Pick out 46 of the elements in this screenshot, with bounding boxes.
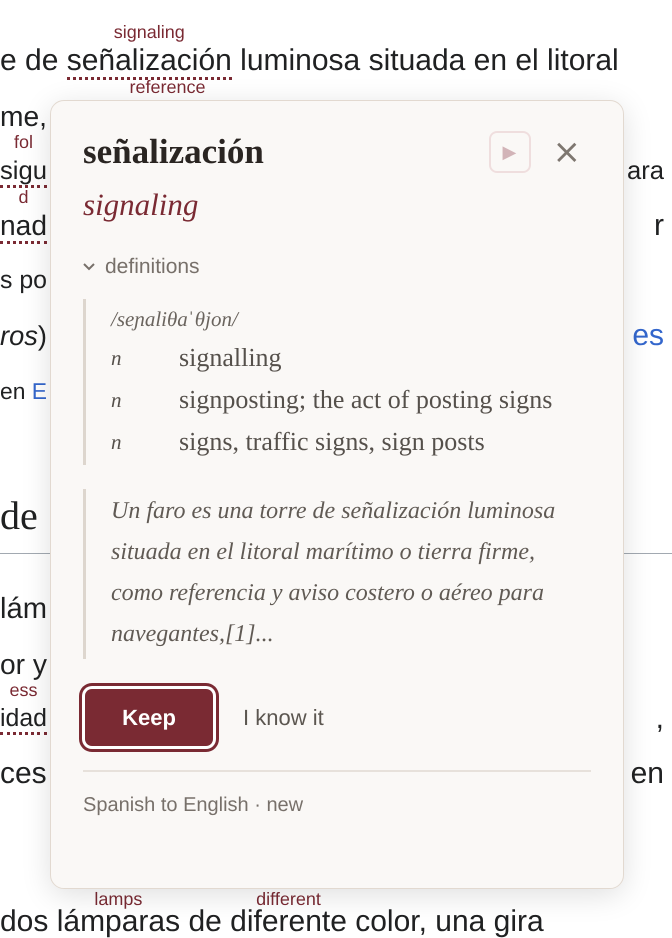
marked-word[interactable]: sigu xyxy=(0,157,47,188)
excerpt-text: Un faro es una torre de señalización luminosa situada en el litoral marítimo o tierra firme, como referencia y aviso costero o aéreo para navegantes,[1]... xyxy=(83,489,581,659)
sense-text: signalling xyxy=(179,342,283,374)
part-of-speech: n xyxy=(111,345,122,372)
section-heading: de xyxy=(0,493,38,538)
article-text: e de xyxy=(0,44,60,77)
marked-word[interactable]: idad xyxy=(0,705,47,735)
part-of-speech: n xyxy=(111,429,122,456)
definitions-toggle[interactable]: definitions xyxy=(83,255,200,279)
article-text: lám xyxy=(0,593,47,625)
sense-text: signposting; the act of posting signs xyxy=(179,384,554,416)
translation: signaling xyxy=(83,186,200,224)
article-text: , xyxy=(656,702,664,735)
marked-word[interactable]: señalización xyxy=(66,44,232,80)
sense-text: signs, traffic signs, sign posts xyxy=(179,426,486,458)
gloss-label: signaling xyxy=(114,22,185,42)
gloss-label: reference xyxy=(129,77,206,97)
part-of-speech: n xyxy=(111,387,122,414)
know-button[interactable]: I know it xyxy=(243,704,324,730)
pronunciation: /seɲaliθaˈθjon/ xyxy=(111,306,240,333)
gloss-label: ess xyxy=(9,680,38,700)
footer-text: Spanish to English · new xyxy=(83,794,304,817)
article-text: en xyxy=(0,378,26,404)
article-link[interactable]: E xyxy=(32,378,47,404)
gloss-label: lamps xyxy=(94,889,142,909)
article-text: de xyxy=(187,905,223,938)
article-text: dos xyxy=(0,905,50,938)
article-text: ara xyxy=(627,157,664,185)
keep-button[interactable]: Keep xyxy=(85,689,213,746)
article-text: ces xyxy=(0,757,47,790)
article-text: color, una gira xyxy=(354,905,544,938)
marked-word[interactable]: nad xyxy=(0,210,47,244)
close-button[interactable]: × xyxy=(552,135,581,169)
article-text: luminosa situada en el litoral xyxy=(239,44,619,77)
article-text: r xyxy=(654,209,664,242)
article-text: me, xyxy=(0,100,47,132)
gloss-label: d xyxy=(18,187,28,207)
article-text: ros xyxy=(0,320,38,351)
article-text: en xyxy=(630,757,664,790)
gloss-label: fol xyxy=(14,132,33,152)
headword: señalización xyxy=(83,132,265,172)
chevron-icon xyxy=(83,263,95,271)
article-text: ) xyxy=(38,320,47,351)
article-text: or y xyxy=(0,648,47,680)
article-link[interactable]: es xyxy=(632,319,664,352)
article-text: s po xyxy=(0,267,47,294)
